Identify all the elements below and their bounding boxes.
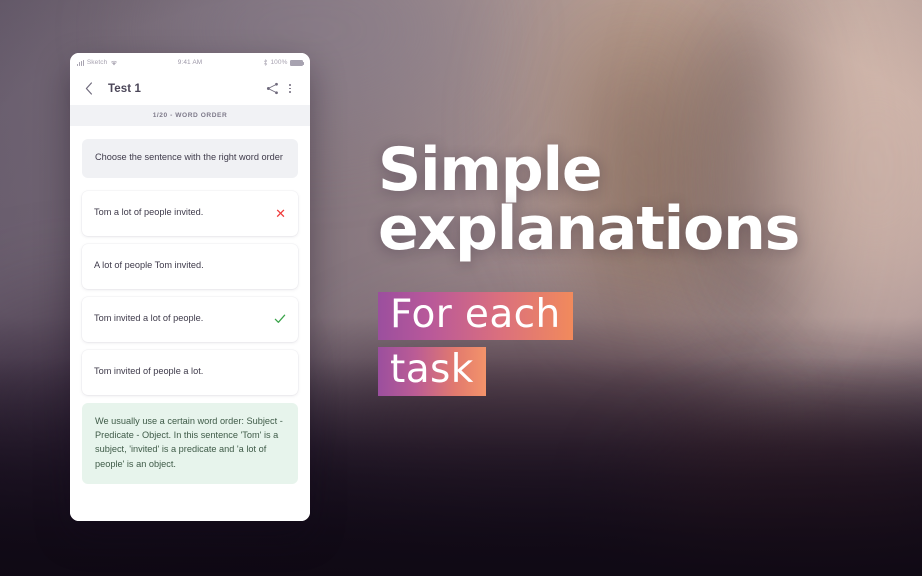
signal-bars-icon — [77, 59, 84, 66]
answer-option-label: Tom invited of people a lot. — [94, 366, 204, 377]
headline-line-1: Simple — [378, 135, 603, 205]
progress-label: 1/20 - WORD ORDER — [70, 105, 310, 126]
status-bar-time: 9:41 AM — [177, 59, 203, 66]
share-icon — [266, 82, 278, 95]
status-bar-left: Sketch — [77, 59, 178, 66]
bluetooth-icon — [263, 59, 268, 66]
subheadline: For each task — [378, 291, 898, 397]
battery-full-icon — [290, 59, 305, 66]
answer-option-label: A lot of people Tom invited. — [94, 260, 204, 271]
answer-option-label: Tom a lot of people invited. — [94, 207, 204, 218]
subheadline-line-1: For each — [378, 291, 573, 341]
headline-line-2: explanations — [378, 193, 800, 264]
wifi-icon — [111, 60, 118, 66]
carrier-label: Sketch — [86, 59, 108, 66]
cross-icon: ✕ — [275, 205, 286, 221]
more-vertical-icon — [289, 84, 291, 93]
explanation-card: We usually use a certain word order: Sub… — [82, 402, 298, 484]
status-bar: Sketch 9:41 AM 100% — [70, 53, 310, 72]
page-title: Test 1 — [108, 82, 141, 95]
answer-option[interactable]: Tom a lot of people invited. ✕ — [82, 190, 298, 236]
answer-option[interactable]: A lot of people Tom invited. — [82, 243, 298, 289]
answer-option-label: Tom invited a lot of people. — [94, 313, 204, 324]
answer-option[interactable]: Tom invited a lot of people. — [82, 296, 298, 342]
screenshot-stage: Sketch 9:41 AM 100% Test 1 1/20 - WORD O… — [0, 0, 922, 576]
marketing-copy: Simple explanations For each task — [378, 135, 898, 397]
headline: Simple explanations — [378, 135, 898, 264]
subheadline-line-2: task — [378, 347, 486, 397]
status-bar-right: 100% — [202, 59, 305, 66]
app-bar: Test 1 — [70, 72, 310, 105]
answer-option[interactable]: Tom invited of people a lot. — [82, 349, 298, 395]
battery-percent-label: 100% — [270, 59, 288, 66]
overflow-menu-button[interactable] — [281, 80, 299, 98]
question-card: Choose the sentence with the right word … — [82, 139, 298, 178]
back-button[interactable] — [81, 81, 96, 96]
chevron-left-icon — [85, 82, 92, 95]
phone-mockup: Sketch 9:41 AM 100% Test 1 1/20 - WORD O… — [70, 53, 310, 521]
check-icon — [274, 314, 286, 324]
quiz-body: Choose the sentence with the right word … — [70, 126, 310, 521]
share-button[interactable] — [263, 80, 281, 98]
